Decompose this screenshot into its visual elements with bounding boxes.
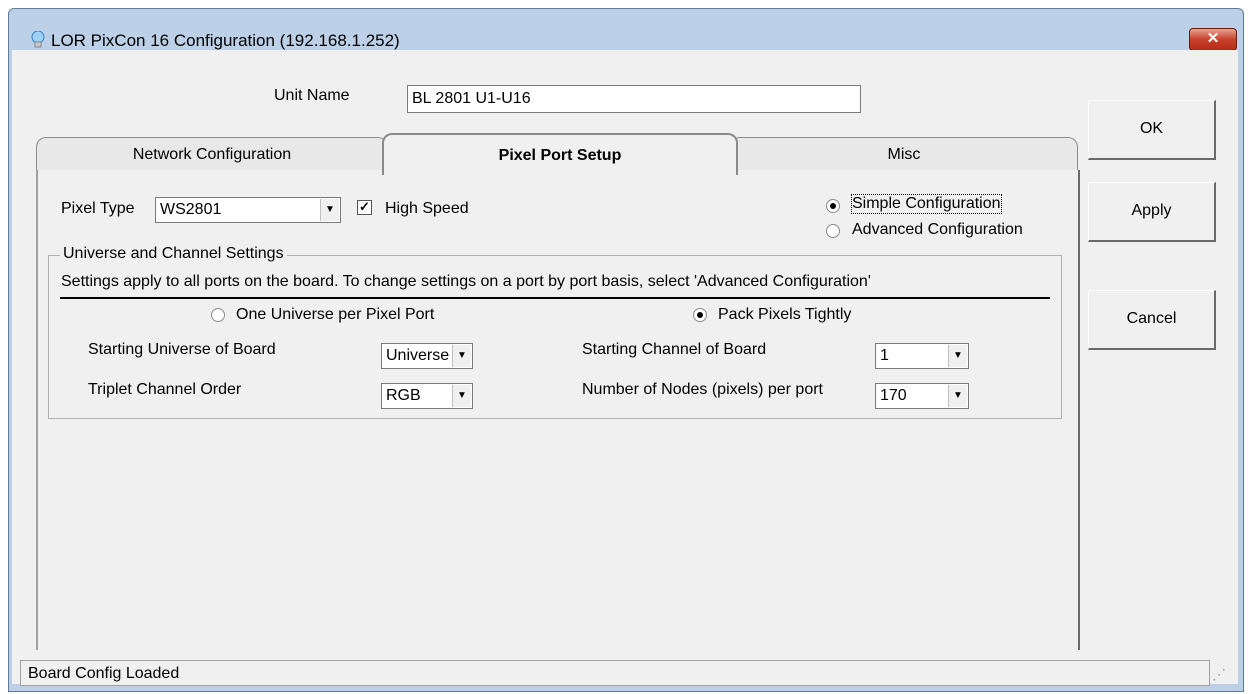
close-button[interactable]: ✕ <box>1189 28 1237 51</box>
pack-pixels-radio[interactable] <box>693 308 707 322</box>
resize-grip-icon[interactable]: ⋰ <box>1212 666 1226 683</box>
apply-button[interactable]: Apply <box>1088 182 1216 242</box>
chevron-down-icon[interactable]: ▼ <box>452 345 471 367</box>
high-speed-label: High Speed <box>385 200 469 217</box>
advanced-configuration-label: Advanced Configuration <box>852 221 1023 238</box>
tab-misc[interactable]: Misc <box>730 137 1078 172</box>
simple-configuration-label: Simple Configuration <box>851 194 1002 214</box>
settings-info-text: Settings apply to all ports on the board… <box>61 273 871 290</box>
window-title: LOR PixCon 16 Configuration (192.168.1.2… <box>51 31 400 50</box>
status-bar <box>20 660 1210 686</box>
starting-universe-select[interactable]: Universe ▼ <box>381 343 473 369</box>
simple-configuration-radio[interactable] <box>826 199 840 213</box>
high-speed-checkbox[interactable]: ✓ <box>357 200 372 215</box>
cancel-button[interactable]: Cancel <box>1088 290 1216 350</box>
tab-network-configuration[interactable]: Network Configuration <box>36 137 388 172</box>
ok-button[interactable]: OK <box>1088 100 1216 160</box>
nodes-per-port-value: 170 <box>880 387 907 404</box>
title-bar[interactable]: LOR PixCon 16 Configuration (192.168.1.2… <box>9 9 1243 50</box>
pack-pixels-label: Pack Pixels Tightly <box>718 306 852 323</box>
chevron-down-icon[interactable]: ▼ <box>320 199 339 221</box>
nodes-per-port-label: Number of Nodes (pixels) per port <box>582 381 823 398</box>
starting-universe-value: Universe <box>386 347 450 364</box>
tab-pixel-port-setup[interactable]: Pixel Port Setup <box>382 133 738 175</box>
lightbulb-icon <box>31 31 45 48</box>
groupbox-title: Universe and Channel Settings <box>60 245 287 263</box>
starting-channel-select[interactable]: 1 ▼ <box>875 343 969 369</box>
pixel-type-value: WS2801 <box>160 201 222 218</box>
pixel-type-label: Pixel Type <box>61 200 135 217</box>
triplet-order-value: RGB <box>386 387 421 404</box>
triplet-order-label: Triplet Channel Order <box>88 381 242 398</box>
triplet-order-select[interactable]: RGB ▼ <box>381 383 473 409</box>
separator-line <box>60 297 1050 299</box>
advanced-configuration-radio[interactable] <box>826 224 840 238</box>
nodes-per-port-select[interactable]: 170 ▼ <box>875 383 969 409</box>
starting-channel-label: Starting Channel of Board <box>582 341 767 358</box>
chevron-down-icon[interactable]: ▼ <box>948 385 967 407</box>
pixel-type-select[interactable]: WS2801 ▼ <box>155 197 341 223</box>
chevron-down-icon[interactable]: ▼ <box>452 385 471 407</box>
unit-name-input[interactable]: BL 2801 U1-U16 <box>407 85 861 113</box>
chevron-down-icon[interactable]: ▼ <box>948 345 967 367</box>
starting-universe-label: Starting Universe of Board <box>88 341 276 358</box>
one-universe-radio[interactable] <box>211 308 225 322</box>
status-text: Board Config Loaded <box>28 665 180 682</box>
one-universe-label: One Universe per Pixel Port <box>236 306 435 323</box>
starting-channel-value: 1 <box>880 347 889 364</box>
unit-name-label: Unit Name <box>274 87 350 104</box>
